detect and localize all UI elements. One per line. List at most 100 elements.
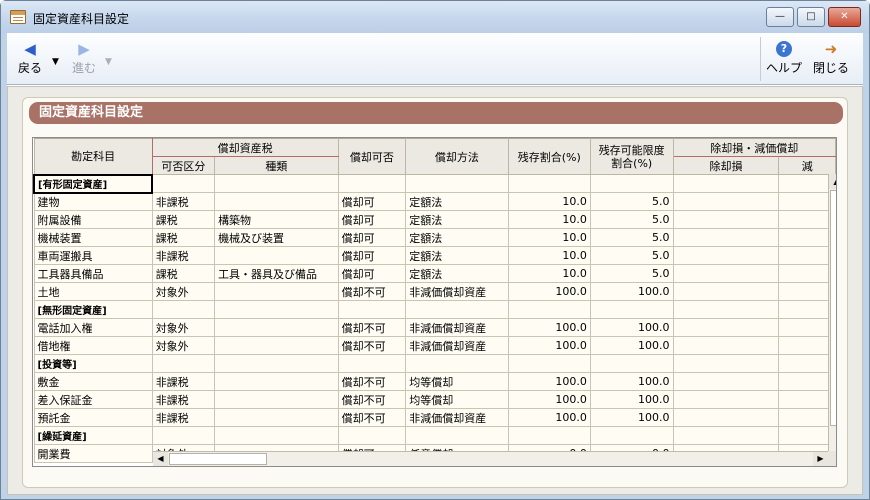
cell-residual-limit[interactable]: 100.0: [589, 282, 674, 301]
cell-kind[interactable]: [214, 192, 339, 211]
cell-residual-rate[interactable]: 100.0: [507, 372, 591, 391]
cell-kind[interactable]: 工具・器具及び備品: [214, 264, 339, 283]
cell-residual-rate[interactable]: [507, 300, 591, 319]
table-row[interactable]: 差入保証金 非課税 償却不可 均等償却 100.0 100.0: [33, 390, 836, 409]
cell-residual-rate[interactable]: 10.0: [507, 192, 591, 211]
table-row[interactable]: 機械装置 課税 機械及び装置 償却可 定額法 10.0 5.0: [33, 228, 836, 247]
cell-taxable[interactable]: 対象外: [151, 318, 216, 337]
cell-depr-possible[interactable]: [337, 426, 407, 445]
cell-disposal-loss[interactable]: [672, 390, 780, 409]
cell-kind[interactable]: [214, 174, 339, 193]
cell-taxable[interactable]: 課税: [151, 210, 216, 229]
cell-kind[interactable]: [214, 318, 339, 337]
scroll-up-icon[interactable]: ▲: [829, 174, 836, 189]
cell-disposal-loss[interactable]: [672, 210, 780, 229]
cell-depr-possible[interactable]: 償却可: [337, 192, 407, 211]
cell-account[interactable]: 借地権: [33, 336, 153, 355]
table-row[interactable]: 土地 対象外 償却不可 非減価償却資産 100.0 100.0: [33, 282, 836, 301]
cell-account[interactable]: 工具器具備品: [33, 264, 153, 283]
cell-account[interactable]: 車両運搬具: [33, 246, 153, 265]
cell-depr-possible[interactable]: [337, 354, 407, 373]
cell-account[interactable]: 附属設備: [33, 210, 153, 229]
scroll-right-icon[interactable]: ▶: [813, 452, 828, 466]
cell-taxable[interactable]: 非課税: [151, 408, 216, 427]
cell-disposal-loss[interactable]: [672, 246, 780, 265]
cell-depr-possible[interactable]: 償却不可: [337, 336, 407, 355]
cell-depr-possible[interactable]: [337, 174, 407, 193]
cell-account[interactable]: [無形固定資産]: [33, 300, 153, 319]
cell-kind[interactable]: [214, 300, 339, 319]
cell-residual-rate[interactable]: [507, 354, 591, 373]
horizontal-scrollbar[interactable]: ◀ ▶: [153, 451, 828, 466]
table-row[interactable]: 電話加入権 対象外 償却不可 非減価償却資産 100.0 100.0: [33, 318, 836, 337]
cell-kind[interactable]: 構築物: [214, 210, 339, 229]
cell-depr-possible[interactable]: 償却可: [337, 210, 407, 229]
cell-kind[interactable]: [214, 336, 339, 355]
cell-residual-limit[interactable]: 100.0: [589, 336, 674, 355]
cell-method[interactable]: [405, 300, 509, 319]
cell-kind[interactable]: [214, 282, 339, 301]
cell-residual-rate[interactable]: 10.0: [507, 264, 591, 283]
category-row[interactable]: [繰延資産]: [33, 426, 836, 445]
cell-disposal-loss[interactable]: [672, 372, 780, 391]
header-disposal-loss[interactable]: 除却損: [672, 156, 780, 175]
cell-depr-possible[interactable]: [337, 300, 407, 319]
cell-method[interactable]: 定額法: [405, 246, 509, 265]
cell-residual-rate[interactable]: 10.0: [507, 246, 591, 265]
cell-disposal-loss[interactable]: [672, 354, 780, 373]
cell-depr-possible[interactable]: 償却可: [337, 228, 407, 247]
cell-account[interactable]: 敷金: [33, 372, 153, 391]
category-row[interactable]: [無形固定資産]: [33, 300, 836, 319]
cell-disposal-loss[interactable]: [672, 426, 780, 445]
cell-residual-limit[interactable]: 5.0: [589, 192, 674, 211]
cell-depr-possible[interactable]: 償却不可: [337, 372, 407, 391]
cell-disposal-loss[interactable]: [672, 192, 780, 211]
cell-method[interactable]: 定額法: [405, 192, 509, 211]
cell-account[interactable]: 建物: [33, 192, 153, 211]
table-row[interactable]: 敷金 非課税 償却不可 均等償却 100.0 100.0: [33, 372, 836, 391]
table-row[interactable]: 車両運搬具 非課税 償却可 定額法 10.0 5.0: [33, 246, 836, 265]
vertical-scroll-thumb[interactable]: [830, 190, 836, 426]
cell-kind[interactable]: [214, 246, 339, 265]
cell-residual-rate[interactable]: 100.0: [507, 390, 591, 409]
cell-taxable[interactable]: 対象外: [151, 282, 216, 301]
forward-dropdown-icon[interactable]: ▼: [105, 57, 112, 67]
cell-residual-limit[interactable]: [589, 174, 674, 193]
cell-residual-limit[interactable]: [589, 300, 674, 319]
close-button[interactable]: ➜ 閉じる: [809, 35, 853, 81]
cell-disposal-loss[interactable]: [672, 300, 780, 319]
cell-taxable[interactable]: [151, 426, 216, 445]
table-row[interactable]: 預託金 非課税 償却不可 非減価償却資産 100.0 100.0: [33, 408, 836, 427]
back-button[interactable]: ◀ 戻る: [13, 35, 47, 81]
cell-residual-rate[interactable]: 100.0: [507, 408, 591, 427]
cell-residual-limit[interactable]: [589, 354, 674, 373]
cell-residual-rate[interactable]: [507, 426, 591, 445]
cell-account[interactable]: [投資等]: [33, 354, 153, 373]
cell-residual-limit[interactable]: 100.0: [589, 318, 674, 337]
cell-kind[interactable]: 機械及び装置: [214, 228, 339, 247]
cell-kind[interactable]: [214, 408, 339, 427]
cell-taxable[interactable]: 非課税: [151, 390, 216, 409]
cell-taxable[interactable]: [151, 174, 216, 193]
back-dropdown-icon[interactable]: ▼: [52, 57, 59, 67]
cell-method[interactable]: 定額法: [405, 210, 509, 229]
cell-disposal-loss[interactable]: [672, 228, 780, 247]
header-kind[interactable]: 種類: [214, 156, 339, 175]
cell-disposal-loss[interactable]: [672, 318, 780, 337]
cell-taxable[interactable]: 課税: [151, 264, 216, 283]
forward-button[interactable]: ▶ 進む: [67, 35, 101, 81]
header-method[interactable]: 償却方法: [405, 138, 509, 175]
category-row[interactable]: [有形固定資産]: [33, 173, 836, 194]
horizontal-scroll-thumb[interactable]: [169, 453, 267, 465]
header-residual-limit[interactable]: 残存可能限度 割合(%): [589, 138, 674, 175]
cell-kind[interactable]: [214, 354, 339, 373]
cell-depr-possible[interactable]: 償却可: [337, 246, 407, 265]
cell-taxable[interactable]: 非課税: [151, 372, 216, 391]
cell-residual-rate[interactable]: 100.0: [507, 336, 591, 355]
header-residual-rate[interactable]: 残存割合(%): [507, 138, 591, 175]
cell-taxable[interactable]: 課税: [151, 228, 216, 247]
cell-residual-limit[interactable]: 5.0: [589, 210, 674, 229]
cell-method[interactable]: 非減価償却資産: [405, 318, 509, 337]
cell-disposal-loss[interactable]: [672, 282, 780, 301]
header-impairment-group[interactable]: 除却損・減価償却: [672, 138, 836, 157]
